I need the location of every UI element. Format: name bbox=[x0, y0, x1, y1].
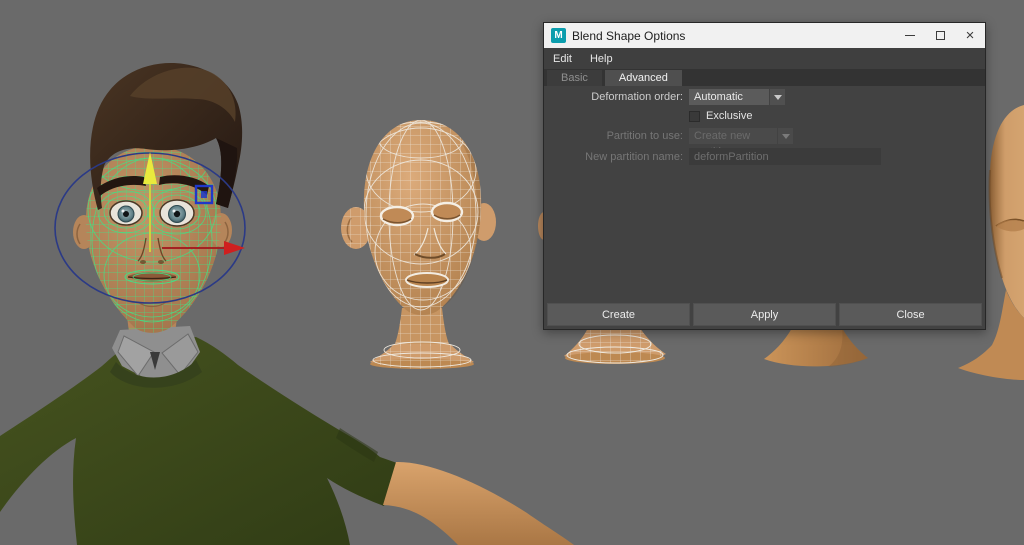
new-partition-name-field bbox=[689, 148, 881, 165]
dialog-titlebar[interactable]: M Blend Shape Options × bbox=[544, 23, 985, 48]
character-shirt-collar bbox=[110, 326, 202, 388]
close-action-button[interactable]: Close bbox=[839, 303, 982, 326]
minimize-icon bbox=[905, 35, 915, 36]
maximize-icon bbox=[936, 31, 945, 40]
exclusive-checkbox[interactable] bbox=[689, 111, 700, 122]
apply-button[interactable]: Apply bbox=[693, 303, 836, 326]
dialog-content: Deformation order: Automatic Exclusive P… bbox=[544, 86, 985, 301]
dialog-tabstrip: Basic Advanced bbox=[544, 69, 985, 86]
deformation-order-dropdown-arrow[interactable] bbox=[770, 89, 785, 105]
partition-to-use-dropdown: Create new partition bbox=[689, 128, 777, 144]
close-icon: × bbox=[966, 27, 975, 44]
dialog-menubar: Edit Help bbox=[544, 48, 985, 69]
partition-to-use-label: Partition to use: bbox=[544, 130, 689, 142]
deformation-order-label: Deformation order: bbox=[544, 91, 689, 103]
tab-advanced[interactable]: Advanced bbox=[605, 70, 682, 86]
maya-viewport: M Blend Shape Options × Edit Help Basic … bbox=[0, 0, 1024, 545]
minimize-button[interactable] bbox=[895, 23, 925, 48]
blend-shape-options-dialog: M Blend Shape Options × Edit Help Basic … bbox=[543, 22, 986, 330]
character-eye-left bbox=[110, 201, 142, 225]
character-eye-right bbox=[160, 200, 194, 226]
dialog-footer: Create Apply Close bbox=[544, 301, 985, 329]
menu-edit[interactable]: Edit bbox=[544, 53, 581, 65]
new-partition-name-label: New partition name: bbox=[544, 151, 689, 163]
partition-to-use-dropdown-arrow bbox=[778, 128, 793, 144]
close-button[interactable]: × bbox=[955, 23, 985, 48]
chevron-down-icon bbox=[774, 95, 782, 100]
maya-logo-icon: M bbox=[551, 28, 566, 43]
menu-help[interactable]: Help bbox=[581, 53, 622, 65]
create-button[interactable]: Create bbox=[547, 303, 690, 326]
chevron-down-icon bbox=[782, 134, 790, 139]
deformation-order-dropdown[interactable]: Automatic bbox=[689, 89, 769, 105]
maximize-button[interactable] bbox=[925, 23, 955, 48]
exclusive-checkbox-label[interactable]: Exclusive bbox=[706, 110, 752, 122]
tab-basic[interactable]: Basic bbox=[547, 70, 602, 86]
dialog-title: Blend Shape Options bbox=[572, 29, 895, 43]
